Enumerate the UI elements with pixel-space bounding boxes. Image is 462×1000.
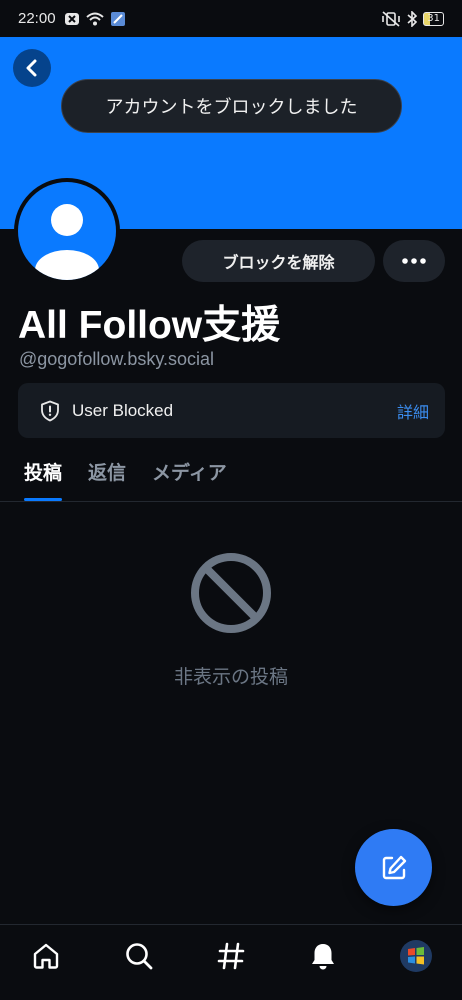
- toast-message: アカウントをブロックしました: [61, 79, 402, 133]
- notification-x-icon: [64, 12, 79, 25]
- vibrate-mute-icon: [382, 10, 401, 27]
- profile-handle: @gogofollow.bsky.social: [19, 349, 215, 369]
- notifications-bell-icon: [312, 943, 335, 969]
- bottom-nav: [0, 924, 462, 1000]
- back-button[interactable]: [13, 49, 51, 87]
- nav-feeds[interactable]: [209, 934, 253, 978]
- tab-media[interactable]: メディア: [152, 448, 227, 501]
- nav-home[interactable]: [24, 934, 68, 978]
- nav-profile[interactable]: [394, 934, 438, 978]
- search-icon: [125, 942, 152, 969]
- bluetooth-icon: [407, 10, 418, 27]
- tab-replies[interactable]: 返信: [88, 448, 126, 501]
- default-user-icon: [35, 204, 99, 280]
- ellipsis-icon: [402, 258, 426, 264]
- empty-state: 非表示の投稿: [0, 550, 462, 689]
- status-time: 22:00: [18, 10, 56, 27]
- wifi-icon: [85, 12, 104, 25]
- tab-posts[interactable]: 投稿: [24, 448, 63, 501]
- nav-search[interactable]: [117, 934, 161, 978]
- chevron-left-icon: [26, 59, 37, 77]
- home-icon: [33, 943, 59, 969]
- blocked-notice: User Blocked 詳細: [18, 383, 445, 438]
- battery-indicator: 31: [423, 11, 444, 26]
- profile-display-name: All Follow支援: [18, 304, 281, 347]
- feeds-hash-icon: [217, 942, 245, 969]
- nav-notifications[interactable]: [301, 934, 345, 978]
- more-options-button[interactable]: [383, 240, 445, 282]
- compose-button[interactable]: [355, 829, 432, 906]
- status-bar: 22:00 31: [0, 0, 462, 37]
- profile-avatar: [399, 939, 432, 972]
- unblock-button[interactable]: ブロックを解除: [182, 240, 375, 282]
- blocked-label: User Blocked: [72, 400, 174, 420]
- shield-icon: [41, 400, 59, 421]
- profile-tabs: 投稿 返信 メディア: [0, 448, 462, 502]
- compose-icon: [382, 855, 406, 879]
- empty-state-message: 非表示の投稿: [173, 666, 288, 688]
- app-notification-icon: [110, 11, 125, 26]
- details-link[interactable]: 詳細: [397, 399, 429, 423]
- avatar[interactable]: [14, 178, 120, 284]
- prohibited-icon: [191, 553, 271, 633]
